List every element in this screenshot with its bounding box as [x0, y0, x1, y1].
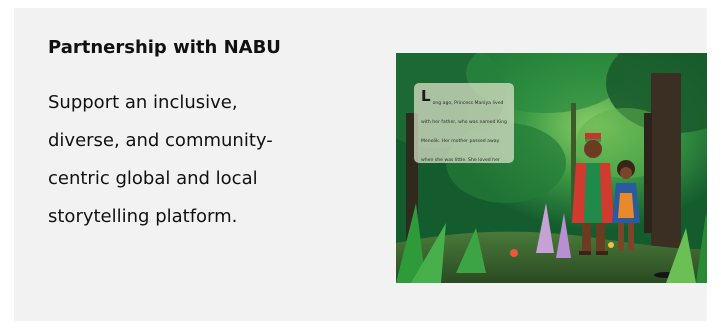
- storybook-illustration: L ong ago, Princess Maniya lived with he…: [396, 53, 707, 283]
- description-line: Support an inclusive,: [48, 92, 238, 113]
- story-drop-cap: L: [421, 87, 431, 105]
- description-line: diverse, and community-: [48, 130, 273, 151]
- card-title: Partnership with NABU: [48, 37, 281, 58]
- description-line: storytelling platform.: [48, 206, 238, 227]
- card-description: Support an inclusive, diverse, and commu…: [48, 84, 358, 236]
- story-text-box: L ong ago, Princess Maniya lived with he…: [414, 83, 514, 163]
- story-text: ong ago, Princess Maniya lived with her …: [421, 101, 507, 163]
- partnership-card: Partnership with NABU Support an inclusi…: [14, 8, 707, 321]
- description-line: centric global and local: [48, 168, 258, 189]
